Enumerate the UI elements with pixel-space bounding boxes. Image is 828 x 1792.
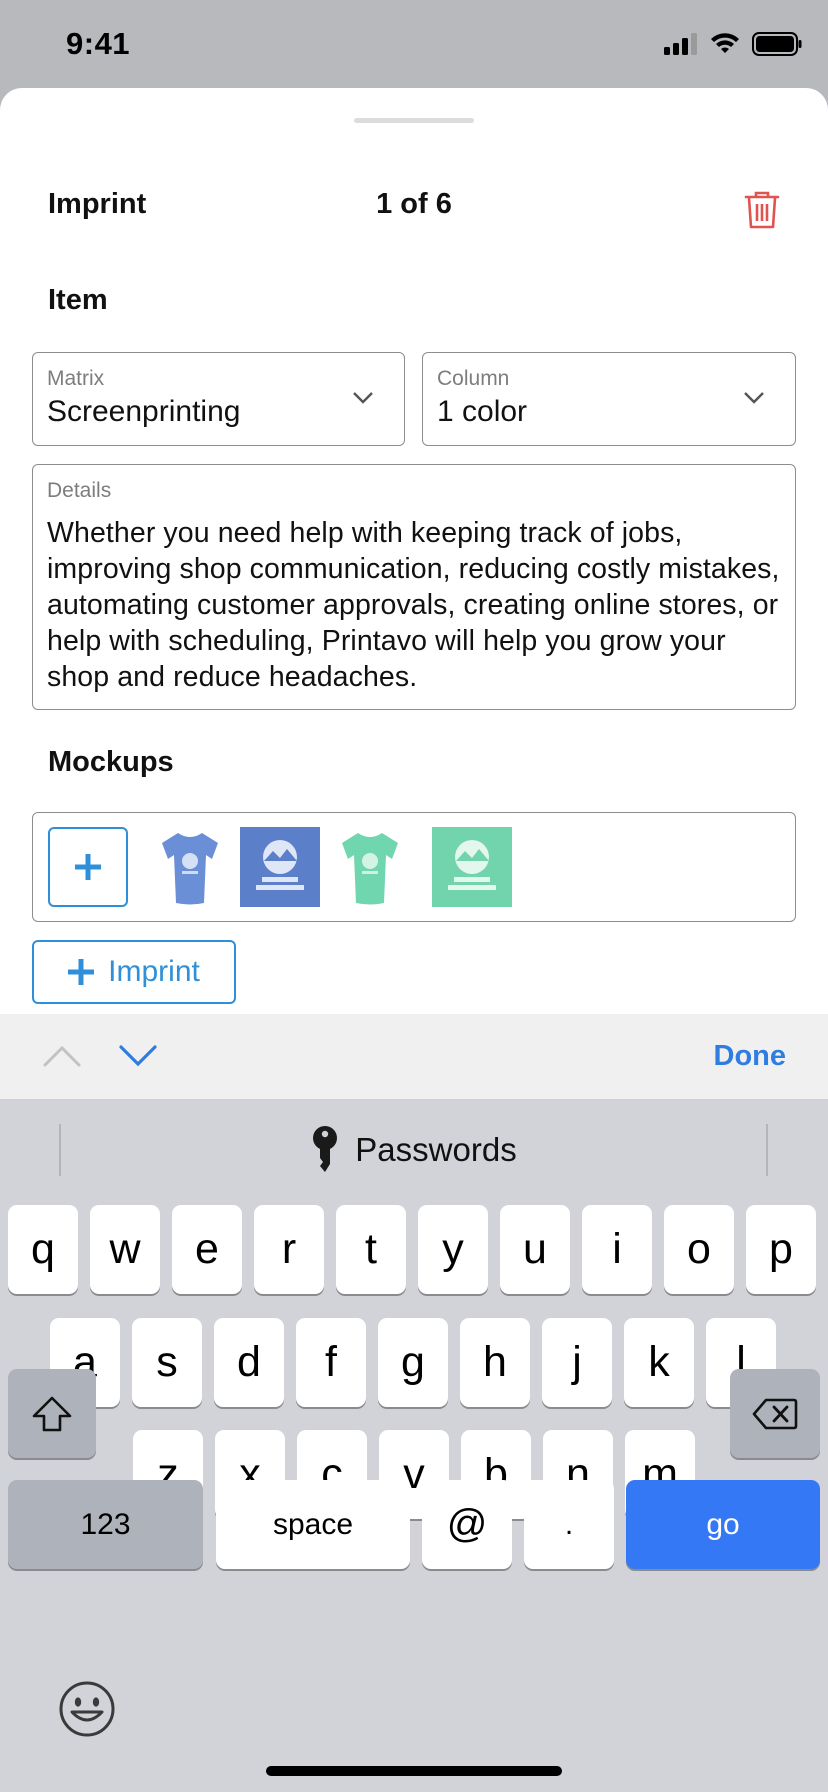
imprint-sheet: Imprint 1 of 6 Item Matrix Screenprintin… <box>0 88 828 1014</box>
matrix-value: Screenprinting <box>47 395 241 428</box>
column-label: Column <box>437 367 510 390</box>
emoji-icon[interactable] <box>58 1680 116 1738</box>
column-select[interactable]: Column 1 color <box>422 352 796 446</box>
details-textarea[interactable]: Details Whether you need help with keepi… <box>32 464 796 710</box>
status-bar: 9:41 <box>0 0 828 88</box>
key-s[interactable]: s <box>132 1318 202 1407</box>
key-q[interactable]: q <box>8 1205 78 1294</box>
battery-icon <box>752 32 802 56</box>
mockups-section-title: Mockups <box>48 746 174 778</box>
chevron-up-icon <box>43 1045 81 1067</box>
chevron-down-icon[interactable] <box>118 1044 158 1068</box>
status-icons <box>664 32 802 56</box>
chevron-down-icon <box>353 392 373 404</box>
key-icon <box>313 1126 338 1172</box>
home-indicator <box>266 1766 562 1776</box>
period-key[interactable]: . <box>524 1480 614 1569</box>
sheet-grabber[interactable] <box>354 118 474 123</box>
key-o[interactable]: o <box>664 1205 734 1294</box>
mockup-thumbnail[interactable] <box>240 827 320 907</box>
shift-icon <box>32 1396 72 1431</box>
shift-key[interactable] <box>8 1369 96 1458</box>
key-h[interactable]: h <box>460 1318 530 1407</box>
add-imprint-label: Imprint <box>108 955 200 988</box>
numbers-key[interactable]: 123 <box>8 1480 203 1569</box>
software-keyboard: Passwords qwertyuiop asdfghjkl zxcvbnm 1… <box>0 1100 828 1792</box>
mockup-thumbnail[interactable] <box>330 827 410 907</box>
trash-icon[interactable] <box>744 190 780 230</box>
keyboard-accessory-bar: Done <box>0 1014 828 1100</box>
key-p[interactable]: p <box>746 1205 816 1294</box>
matrix-label: Matrix <box>47 367 105 390</box>
item-section-title: Item <box>48 284 108 316</box>
delete-key[interactable] <box>730 1369 820 1458</box>
passwords-button[interactable]: Passwords <box>0 1126 828 1174</box>
key-k[interactable]: k <box>624 1318 694 1407</box>
key-i[interactable]: i <box>582 1205 652 1294</box>
wifi-icon <box>711 33 739 53</box>
add-imprint-button[interactable]: Imprint <box>32 940 236 1004</box>
add-mockup-button[interactable] <box>48 827 128 907</box>
key-f[interactable]: f <box>296 1318 366 1407</box>
key-j[interactable]: j <box>542 1318 612 1407</box>
status-time: 9:41 <box>66 26 131 61</box>
imprint-counter: 1 of 6 <box>376 188 452 220</box>
backspace-icon <box>752 1398 798 1429</box>
key-u[interactable]: u <box>500 1205 570 1294</box>
key-d[interactable]: d <box>214 1318 284 1407</box>
mockup-thumbnail[interactable] <box>432 827 512 907</box>
column-value: 1 color <box>437 395 528 428</box>
go-key[interactable]: go <box>626 1480 820 1569</box>
done-button[interactable]: Done <box>714 1040 787 1073</box>
key-w[interactable]: w <box>90 1205 160 1294</box>
space-key[interactable]: space <box>216 1480 410 1569</box>
key-t[interactable]: t <box>336 1205 406 1294</box>
matrix-select[interactable]: Matrix Screenprinting <box>32 352 405 446</box>
plus-icon <box>75 854 101 880</box>
mockup-thumbnail[interactable] <box>150 827 230 907</box>
key-y[interactable]: y <box>418 1205 488 1294</box>
cellular-signal-icon <box>664 33 697 55</box>
key-g[interactable]: g <box>378 1318 448 1407</box>
passwords-suggestion-bar: Passwords <box>0 1100 828 1204</box>
passwords-label: Passwords <box>355 1131 517 1168</box>
details-label: Details <box>47 479 112 502</box>
plus-icon <box>68 959 95 985</box>
at-key[interactable]: @ <box>422 1480 512 1569</box>
key-e[interactable]: e <box>172 1205 242 1294</box>
key-r[interactable]: r <box>254 1205 324 1294</box>
details-text[interactable]: Whether you need help with keeping track… <box>47 515 781 695</box>
mockups-gallery <box>32 812 796 922</box>
chevron-down-icon <box>744 392 764 404</box>
